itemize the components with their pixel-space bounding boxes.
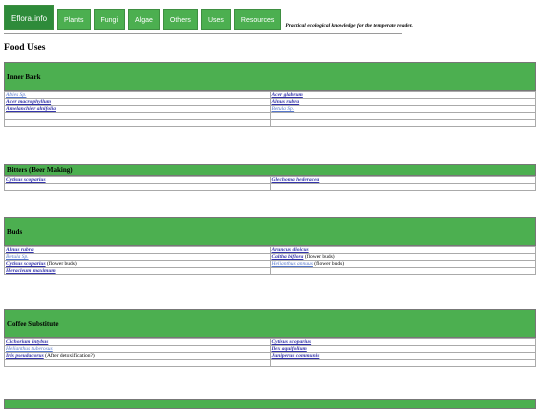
page-title: Food Uses <box>4 43 46 53</box>
plant-link[interactable]: Acer macrophyllum <box>6 100 51 105</box>
nav-algae-button[interactable]: Algae <box>128 9 160 30</box>
table-cell <box>4 359 271 367</box>
table-cell: Juniperus communis <box>269 352 536 360</box>
plant-link[interactable]: Cichorium intybus <box>6 340 48 345</box>
section-header: Buds <box>4 217 536 246</box>
use-note: (flower buds) <box>46 261 77 267</box>
plant-table: Abies Sp. Acer glabrum Acer macrophyllum Al… <box>4 91 536 127</box>
table-row: Cytisus scoparius (flower buds) Helianthu… <box>4 260 536 268</box>
table-cell: Iris pseudacorus (After detoxification?) <box>4 352 271 360</box>
nav-plants-button[interactable]: Plants <box>57 9 91 30</box>
table-row: Acer macrophyllum Alnus rubra <box>4 98 536 106</box>
section-next <box>4 399 536 409</box>
plant-link[interactable]: Betula Sp. <box>6 255 29 260</box>
section-header: Coffee Substitute <box>4 309 536 338</box>
section-title: Bitters (Beer Making) <box>7 166 73 174</box>
table-row: Cichorium intybus Cytisus scoparius <box>4 338 536 346</box>
table-row: Abies Sp. Acer glabrum <box>4 91 536 99</box>
table-row <box>4 183 536 191</box>
table-cell: Cytisus scoparius <box>4 176 271 184</box>
table-cell: Alnus rubra <box>4 246 271 254</box>
table-cell: Abies Sp. <box>4 91 271 99</box>
plant-link[interactable]: Heracleum maximum <box>6 269 56 274</box>
plant-link[interactable]: Caltha biflora <box>272 255 304 260</box>
table-row: Iris pseudacorus (After detoxification?)… <box>4 352 536 360</box>
plant-link[interactable]: Betula Sp. <box>272 107 295 112</box>
table-row: Cytisus scoparius Glechoma hederacea <box>4 176 536 184</box>
plant-link[interactable]: Aruncus dioicus <box>272 248 309 253</box>
table-cell: Glechoma hederacea <box>269 176 536 184</box>
section-coffee-substitute: Coffee Substitute Cichorium intybus Cytis… <box>4 309 536 367</box>
site-tagline: Practical ecological knowledge for the t… <box>285 23 413 29</box>
section-inner-bark: Inner Bark Abies Sp. Acer glabrum Acer mac… <box>4 62 536 127</box>
section-header <box>4 399 536 409</box>
plant-link[interactable]: Cytisus scoparius <box>6 178 46 183</box>
table-cell: Heracleum maximum <box>4 267 271 275</box>
plant-link[interactable]: Helianthus tuberosus <box>6 347 53 352</box>
table-cell: Ilex aquifolium <box>269 345 536 353</box>
table-cell: Alnus rubra <box>269 98 536 106</box>
section-header: Inner Bark <box>4 62 536 91</box>
plant-table: Cytisus scoparius Glechoma hederacea <box>4 176 536 191</box>
plant-link[interactable]: Iris pseudacorus <box>6 354 44 359</box>
table-row <box>4 112 536 120</box>
table-row: Alnus rubra Aruncus dioicus <box>4 246 536 254</box>
section-buds: Buds Alnus rubra Aruncus dioicus Betula Sp… <box>4 217 536 275</box>
table-cell <box>4 112 271 120</box>
nav-fungi-button[interactable]: Fungi <box>93 9 126 30</box>
table-cell <box>269 119 536 127</box>
plant-link[interactable]: Glechoma hederacea <box>272 178 320 183</box>
table-cell: Caltha biflora (flower buds) <box>269 253 536 261</box>
table-cell <box>4 183 271 191</box>
use-note: (flower buds) <box>304 254 335 260</box>
table-cell: Aruncus dioicus <box>269 246 536 254</box>
table-row <box>4 119 536 127</box>
top-navigation: Eflora.info Plants Fungi Algae Others Us… <box>4 5 413 30</box>
nav-others-button[interactable]: Others <box>162 9 198 30</box>
plant-link[interactable]: Helianthus annuus <box>272 262 313 267</box>
plant-table: Alnus rubra Aruncus dioicus Betula Sp. Calt… <box>4 246 536 275</box>
table-row: Helianthus tuberosus Ilex aquifolium <box>4 345 536 353</box>
header-divider <box>4 33 402 34</box>
section-title: Buds <box>7 227 23 236</box>
table-cell: Betula Sp. <box>4 253 271 261</box>
nav-resources-button[interactable]: Resources <box>233 9 282 30</box>
plant-table: Cichorium intybus Cytisus scoparius Helian… <box>4 338 536 367</box>
plant-link[interactable]: Abies Sp. <box>6 93 26 98</box>
table-cell <box>269 112 536 120</box>
plant-link[interactable]: Amelanchier alnifolia <box>6 107 56 112</box>
plant-link[interactable]: Acer glabrum <box>272 93 303 98</box>
use-note: (After detoxification?) <box>45 353 95 359</box>
table-cell: Helianthus tuberosus <box>4 345 271 353</box>
plant-link[interactable]: Juniperus communis <box>272 354 320 359</box>
plant-link[interactable]: Alnus rubra <box>272 100 300 105</box>
section-title: Inner Bark <box>7 72 41 81</box>
plant-link[interactable]: Ilex aquifolium <box>272 347 307 352</box>
plant-link[interactable]: Cytisus scoparius <box>272 340 312 345</box>
section-bitters: Bitters (Beer Making) Cytisus scoparius G… <box>4 164 536 191</box>
plant-link[interactable]: Alnus rubra <box>6 248 34 253</box>
use-note: (flower buds) <box>314 261 345 267</box>
table-row <box>4 359 536 367</box>
table-row: Amelanchier alnifolia Betula Sp. <box>4 105 536 113</box>
table-cell: Cichorium intybus <box>4 338 271 346</box>
table-cell <box>269 359 536 367</box>
table-row: Betula Sp. Caltha biflora (flower buds) <box>4 253 536 261</box>
table-cell: Helianthus annuus (flower buds) <box>269 260 536 268</box>
table-row: Heracleum maximum <box>4 267 536 275</box>
table-cell <box>269 267 536 275</box>
plant-link[interactable]: Cytisus scoparius <box>6 262 46 267</box>
table-cell <box>269 183 536 191</box>
brand-home-button[interactable]: Eflora.info <box>4 5 55 30</box>
table-cell: Cytisus scoparius (flower buds) <box>4 260 271 268</box>
nav-uses-button[interactable]: Uses <box>200 9 231 30</box>
table-cell: Acer glabrum <box>269 91 536 99</box>
table-cell: Betula Sp. <box>269 105 536 113</box>
table-cell: Amelanchier alnifolia <box>4 105 271 113</box>
table-cell: Acer macrophyllum <box>4 98 271 106</box>
section-title: Coffee Substitute <box>7 319 59 328</box>
table-cell: Cytisus scoparius <box>269 338 536 346</box>
section-header: Bitters (Beer Making) <box>4 164 536 176</box>
table-cell <box>4 119 271 127</box>
